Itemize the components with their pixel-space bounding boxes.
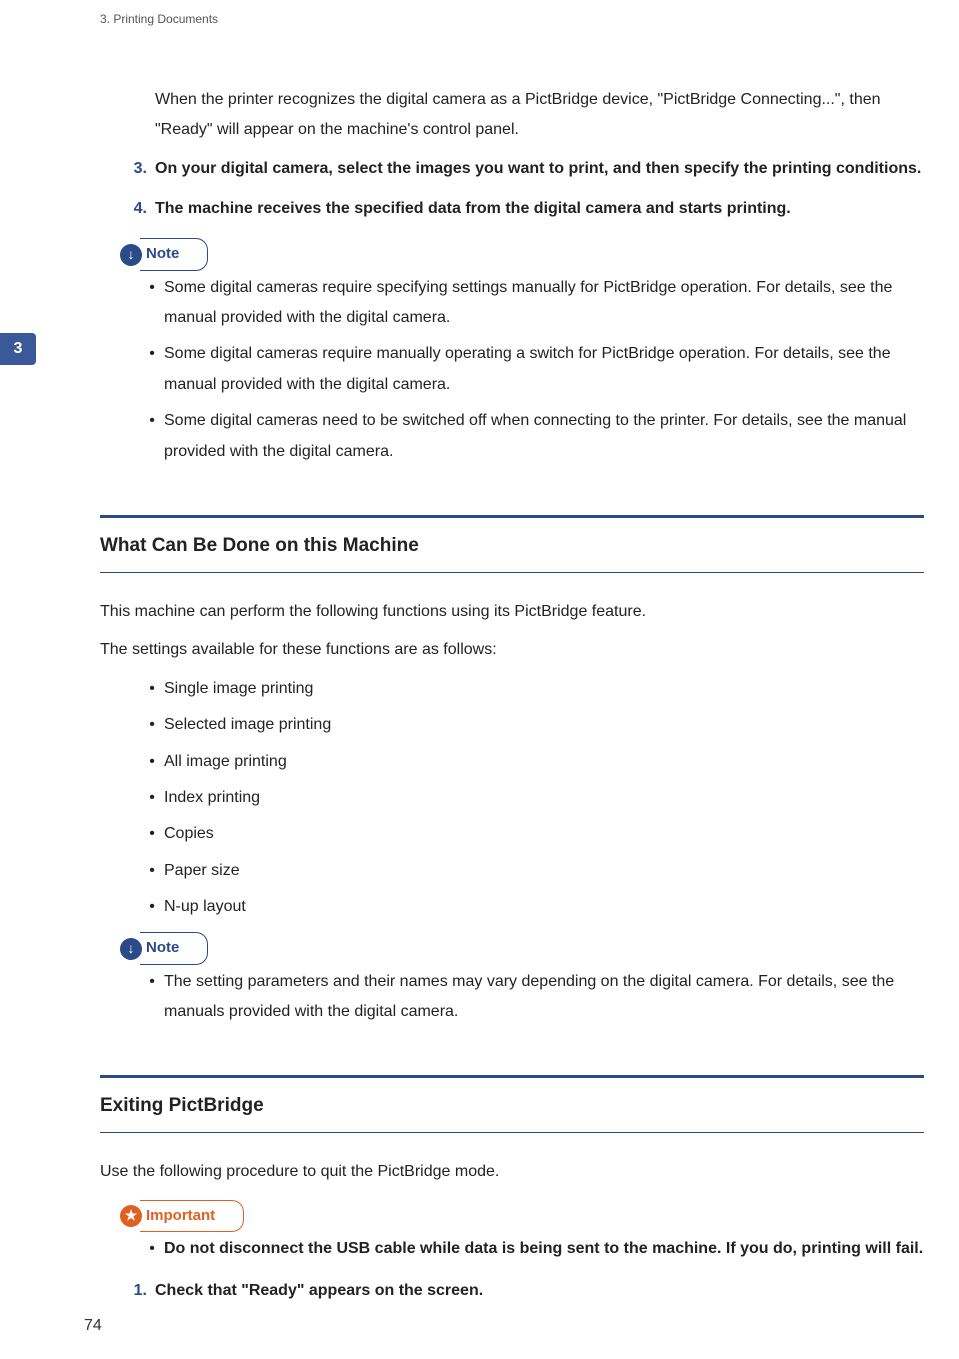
important-callout: ★ Important: [120, 1204, 244, 1228]
important-label: Important: [140, 1200, 244, 1233]
list-item: •N-up layout: [140, 892, 924, 922]
note-callout: ↓ Note: [120, 937, 208, 961]
list-item: • Do not disconnect the USB cable while …: [140, 1234, 924, 1264]
bullet-icon: •: [140, 819, 164, 849]
down-arrow-icon: ↓: [120, 244, 142, 266]
important-list: • Do not disconnect the USB cable while …: [140, 1234, 924, 1264]
paragraph: This machine can perform the following f…: [100, 597, 924, 627]
list-text: Index printing: [164, 783, 924, 813]
note-callout: ↓ Note: [120, 243, 208, 267]
section-heading-exiting-pictbridge: Exiting PictBridge: [100, 1075, 924, 1133]
step-1: 1. Check that "Ready" appears on the scr…: [120, 1276, 924, 1306]
list-item: •Single image printing: [140, 674, 924, 704]
features-list: •Single image printing •Selected image p…: [140, 674, 924, 923]
note-list: • Some digital cameras require specifyin…: [140, 273, 924, 467]
note-label: Note: [140, 238, 208, 271]
step-3: 3. On your digital camera, select the im…: [120, 154, 924, 184]
step-text: The machine receives the specified data …: [155, 194, 924, 224]
bullet-icon: •: [140, 339, 164, 400]
step-4: 4. The machine receives the specified da…: [120, 194, 924, 224]
page-number: 74: [84, 1317, 102, 1335]
list-item: •Selected image printing: [140, 710, 924, 740]
note-list: • The setting parameters and their names…: [140, 967, 924, 1028]
paragraph: Use the following procedure to quit the …: [100, 1157, 924, 1187]
list-text: The setting parameters and their names m…: [164, 967, 924, 1028]
step-number: 4.: [120, 194, 155, 224]
list-item: • Some digital cameras require specifyin…: [140, 273, 924, 334]
list-item: •Index printing: [140, 783, 924, 813]
list-text: Copies: [164, 819, 924, 849]
list-item: • Some digital cameras require manually …: [140, 339, 924, 400]
step-number: 1.: [120, 1276, 155, 1306]
chapter-tab: 3: [0, 333, 36, 365]
bullet-icon: •: [140, 856, 164, 886]
bullet-icon: •: [140, 747, 164, 777]
note-label: Note: [140, 932, 208, 965]
list-item: • Some digital cameras need to be switch…: [140, 406, 924, 467]
list-item: •Copies: [140, 819, 924, 849]
bullet-icon: •: [140, 406, 164, 467]
section-heading-what-can-be-done: What Can Be Done on this Machine: [100, 515, 924, 573]
list-text: Some digital cameras require specifying …: [164, 273, 924, 334]
bullet-icon: •: [140, 273, 164, 334]
step-text: On your digital camera, select the image…: [155, 154, 924, 184]
list-text: Paper size: [164, 856, 924, 886]
paragraph: The settings available for these functio…: [100, 635, 924, 665]
bullet-icon: •: [140, 892, 164, 922]
page-content: When the printer recognizes the digital …: [0, 0, 959, 1307]
bullet-icon: •: [140, 710, 164, 740]
list-text: Selected image printing: [164, 710, 924, 740]
list-item: • The setting parameters and their names…: [140, 967, 924, 1028]
list-text: Some digital cameras need to be switched…: [164, 406, 924, 467]
list-text: All image printing: [164, 747, 924, 777]
step-text: Check that "Ready" appears on the screen…: [155, 1276, 924, 1306]
list-item: •All image printing: [140, 747, 924, 777]
list-text: Some digital cameras require manually op…: [164, 339, 924, 400]
bullet-icon: •: [140, 783, 164, 813]
step-number: 3.: [120, 154, 155, 184]
header-breadcrumb: 3. Printing Documents: [100, 12, 218, 26]
intro-paragraph: When the printer recognizes the digital …: [155, 85, 924, 146]
list-text: Single image printing: [164, 674, 924, 704]
bullet-icon: •: [140, 967, 164, 1028]
down-arrow-icon: ↓: [120, 938, 142, 960]
star-icon: ★: [120, 1205, 142, 1227]
bullet-icon: •: [140, 674, 164, 704]
list-item: •Paper size: [140, 856, 924, 886]
list-text: N-up layout: [164, 892, 924, 922]
bullet-icon: •: [140, 1234, 164, 1264]
list-text: Do not disconnect the USB cable while da…: [164, 1234, 924, 1264]
